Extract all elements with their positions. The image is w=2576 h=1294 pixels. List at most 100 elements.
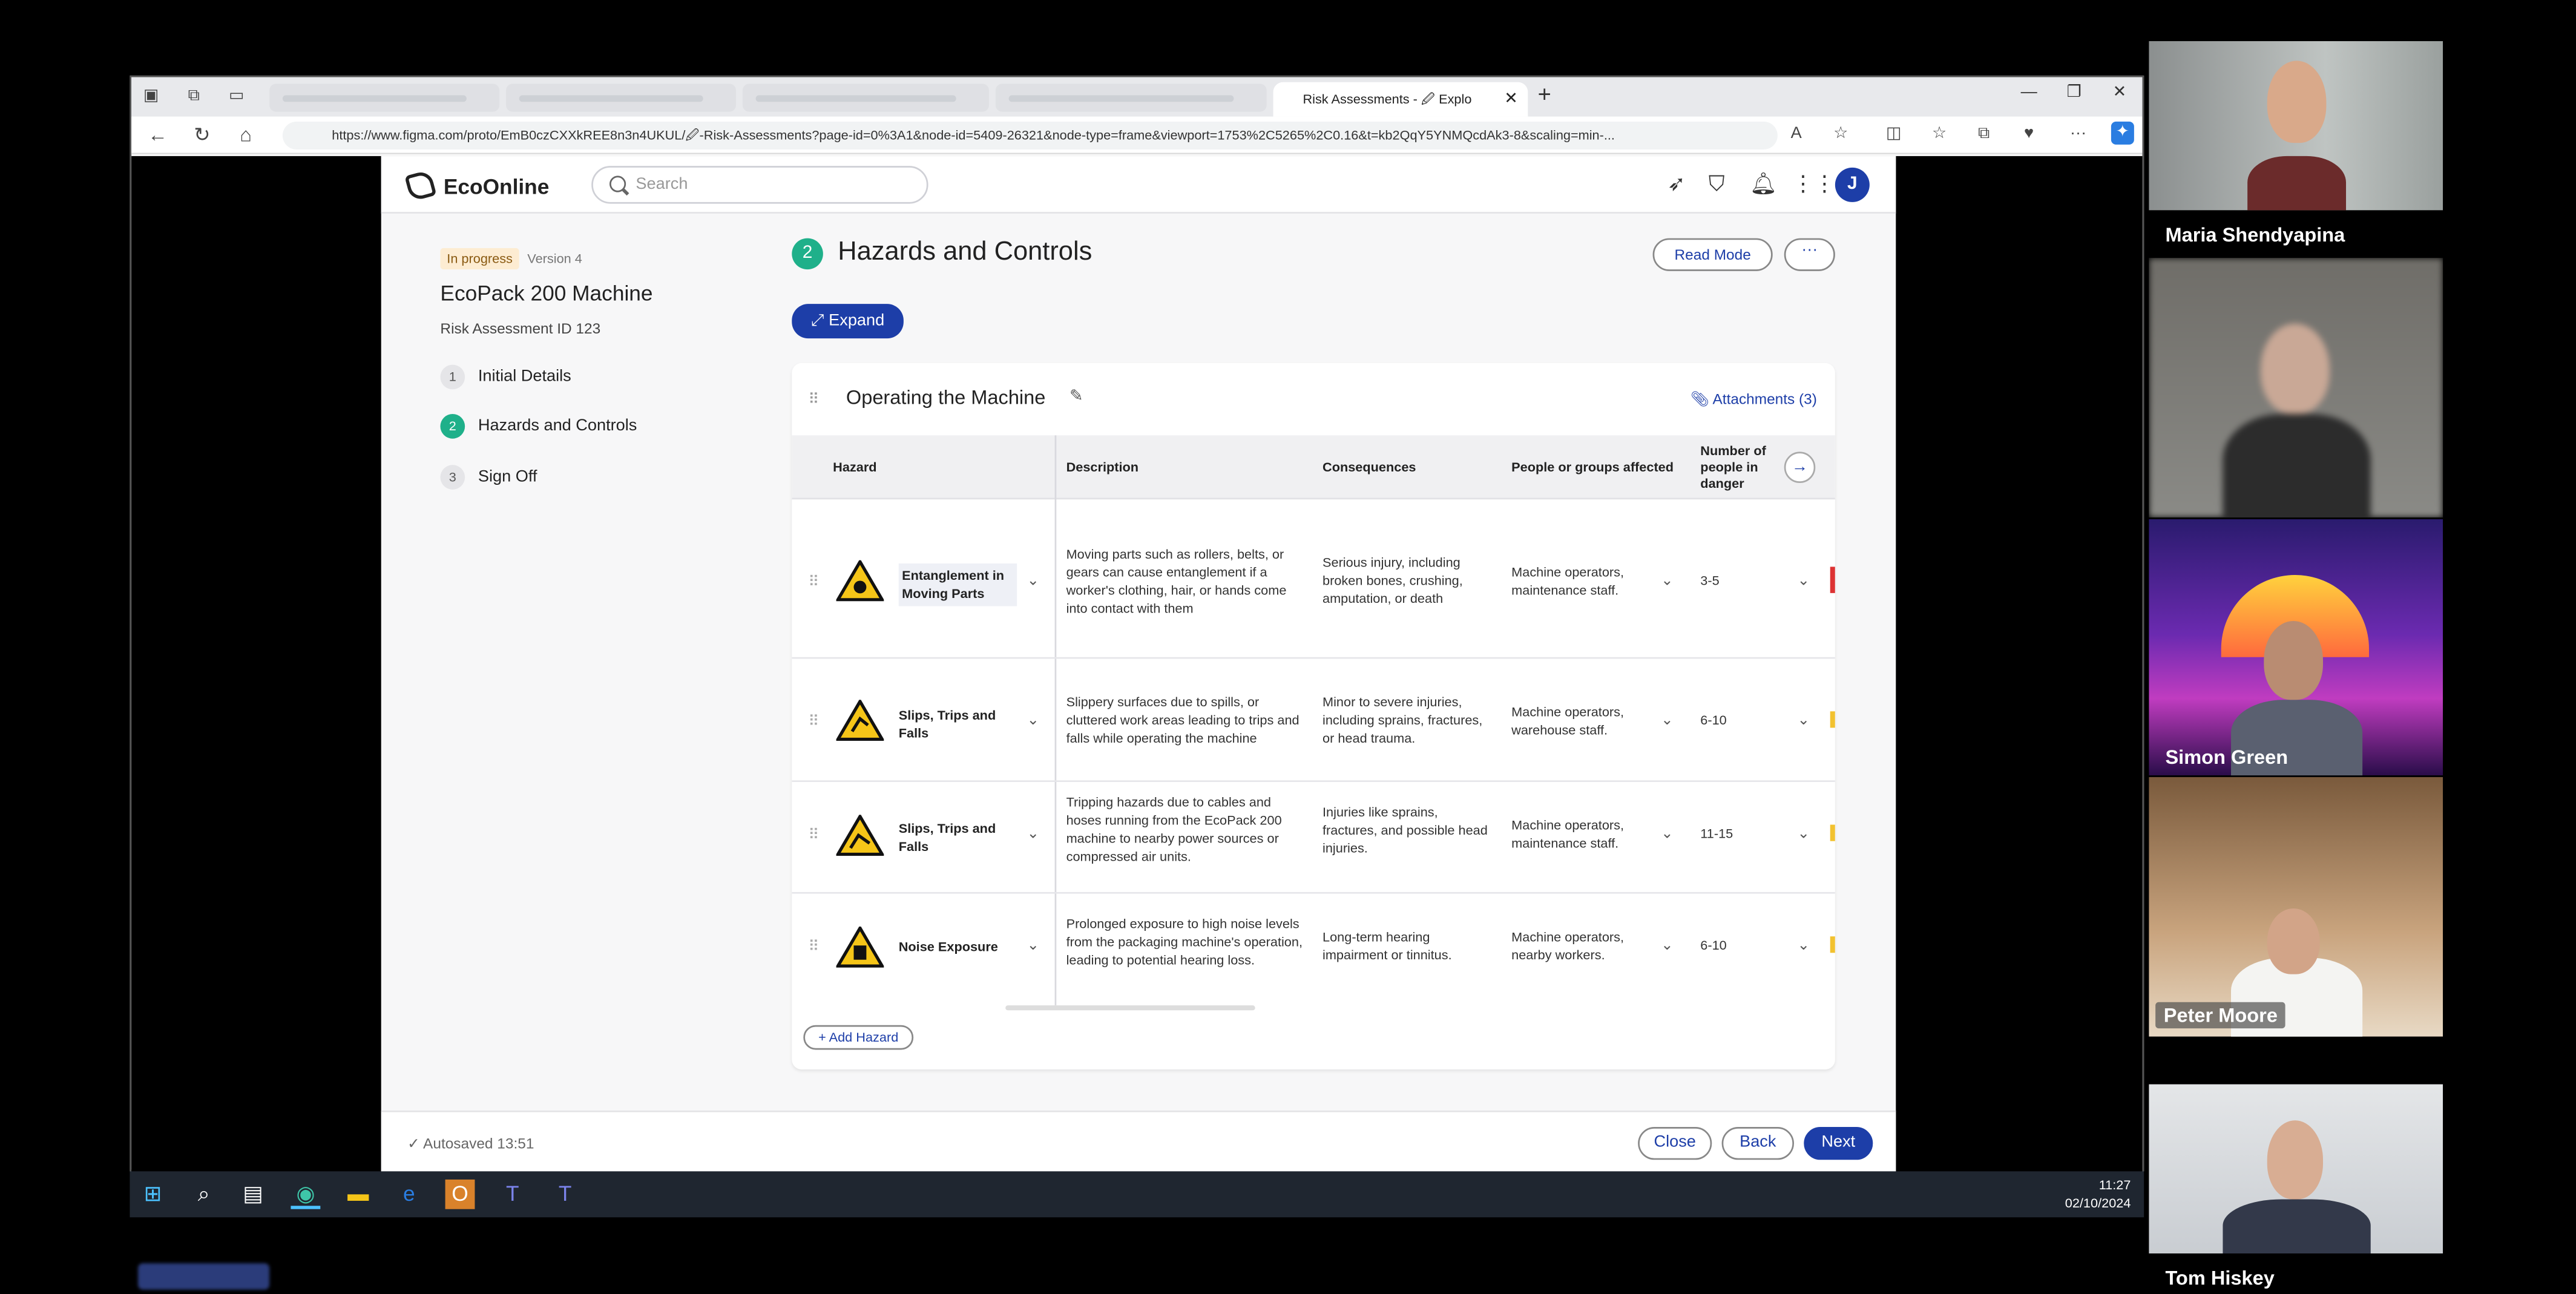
file-explorer-icon[interactable]: ▬: [343, 1180, 373, 1209]
participant-video[interactable]: [2149, 777, 2443, 1037]
ecoonline-logo[interactable]: EcoOnline: [404, 169, 549, 202]
back-button[interactable]: Back: [1721, 1127, 1795, 1160]
warning-slip-icon: [836, 700, 884, 741]
edit-pencil-icon[interactable]: ✎: [1070, 388, 1083, 406]
close-tab-icon[interactable]: ✕: [1504, 82, 1518, 117]
back-arrow-icon[interactable]: ←: [148, 123, 168, 146]
favorite-star-icon[interactable]: ☆: [1833, 125, 1848, 143]
windows-start-icon[interactable]: ⊞: [138, 1180, 168, 1209]
participant-video[interactable]: [2149, 519, 2443, 776]
internet-explorer-icon[interactable]: e: [394, 1180, 424, 1209]
chevron-down-icon[interactable]: ⌄: [1661, 825, 1673, 843]
chevron-down-icon[interactable]: ⌄: [1027, 825, 1039, 843]
row-drag-handle-icon[interactable]: ⠿: [808, 826, 819, 844]
row-drag-handle-icon[interactable]: ⠿: [808, 573, 819, 591]
minimize-button[interactable]: —: [2021, 84, 2037, 102]
tab-actions-icon[interactable]: ▭: [227, 87, 247, 107]
paperclip-icon: 📎︎: [1690, 391, 1713, 408]
description-cell: Prolonged exposure to high noise levels …: [1066, 916, 1303, 968]
teams-icon[interactable]: T: [498, 1180, 527, 1209]
hazard-name[interactable]: Entanglement in Moving Parts: [898, 563, 1017, 606]
bell-icon[interactable]: 🔔︎: [1750, 172, 1777, 195]
search-icon[interactable]: ⌕: [189, 1180, 218, 1209]
leaf-logo-icon: [404, 169, 437, 202]
person-shape: [2267, 61, 2327, 143]
workspaces-icon[interactable]: ⧉: [184, 87, 204, 107]
favorites-icon[interactable]: ☆: [1932, 125, 1947, 143]
risk-indicator: [1830, 936, 1835, 953]
background-tab[interactable]: [995, 84, 1267, 112]
more-options-button[interactable]: ···: [1784, 238, 1835, 271]
blurred-caption: [138, 1263, 270, 1290]
split-screen-icon[interactable]: ◫: [1886, 125, 1902, 143]
close-button[interactable]: Close: [1638, 1127, 1712, 1160]
home-icon[interactable]: ⌂: [240, 123, 252, 146]
teams-meeting-icon[interactable]: T: [550, 1180, 580, 1209]
chevron-down-icon[interactable]: ⌄: [1027, 711, 1039, 729]
browser-profile-icon[interactable]: ▣: [141, 87, 161, 107]
apps-grid-icon[interactable]: ⋮⋮: [1792, 172, 1835, 195]
table-row[interactable]: ⠿ Slips, Trips and Falls ⌄ Tripping haza…: [792, 784, 1835, 894]
background-tab[interactable]: [742, 84, 990, 112]
participant-video[interactable]: [2149, 258, 2443, 518]
attachments-link[interactable]: 📎︎ Attachments (3): [1690, 391, 1817, 409]
system-clock[interactable]: 11:27 02/10/2024: [2065, 1176, 2131, 1212]
chevron-down-icon[interactable]: ⌄: [1027, 572, 1039, 590]
url-field[interactable]: https://www.figma.com/proto/EmB0czCXXkRE…: [282, 121, 1778, 150]
table-row[interactable]: ⠿ Slips, Trips and Falls ⌄ Slippery surf…: [792, 660, 1835, 783]
row-drag-handle-icon[interactable]: ⠿: [808, 713, 819, 731]
chevron-down-icon[interactable]: ⌄: [1797, 711, 1809, 729]
menu-dots-icon[interactable]: ···: [2070, 125, 2086, 143]
background-tab[interactable]: [269, 84, 500, 112]
expand-button[interactable]: ⤢ Expand: [792, 304, 904, 339]
video-feed: [2149, 1084, 2443, 1254]
participant-video[interactable]: [2149, 1084, 2443, 1254]
chevron-down-icon[interactable]: ⌄: [1797, 572, 1809, 590]
step-hazards-and-controls[interactable]: 2 Hazards and Controls: [440, 412, 637, 438]
table-row[interactable]: ⠿ Entanglement in Moving Parts ⌄ Moving …: [792, 501, 1835, 659]
screen: ▣ ⧉ ▭ Risk Assessments - 🖉 Explo ✕ + — ❐…: [0, 0, 2576, 1294]
user-avatar[interactable]: J: [1835, 167, 1870, 202]
edge-browser-icon[interactable]: ◉: [291, 1180, 321, 1209]
reload-icon[interactable]: ↻: [194, 123, 210, 146]
drag-handle-icon[interactable]: ⠿: [808, 391, 819, 409]
row-drag-handle-icon[interactable]: ⠿: [808, 938, 819, 956]
hazard-name[interactable]: Slips, Trips and Falls: [899, 819, 1017, 856]
video-feed: [2149, 41, 2443, 211]
step-initial-details[interactable]: 1 Initial Details: [440, 363, 571, 389]
chevron-down-icon[interactable]: ⌄: [1027, 936, 1039, 954]
task-view-icon[interactable]: ▤: [238, 1180, 268, 1209]
table-row[interactable]: ⠿ Noise Exposure ⌄ Prolonged exposure to…: [792, 895, 1835, 1005]
read-mode-button[interactable]: Read Mode: [1652, 238, 1773, 271]
new-tab-button[interactable]: +: [1538, 80, 1551, 107]
collections-icon[interactable]: ⧉: [1978, 125, 1990, 143]
chevron-down-icon[interactable]: ⌄: [1661, 936, 1673, 954]
step-label: Initial Details: [478, 367, 571, 386]
restore-button[interactable]: ❐: [2067, 84, 2082, 102]
hazard-name[interactable]: Slips, Trips and Falls: [899, 706, 1017, 743]
close-window-button[interactable]: ✕: [2113, 84, 2127, 102]
scroll-right-arrow-icon[interactable]: →: [1784, 452, 1816, 484]
extension-icon[interactable]: ♥: [2024, 125, 2034, 143]
search-input[interactable]: Search: [591, 166, 928, 204]
participant-video[interactable]: [2149, 41, 2443, 211]
next-button[interactable]: Next: [1804, 1127, 1873, 1160]
outlook-icon[interactable]: O: [445, 1179, 475, 1209]
chevron-down-icon[interactable]: ⌄: [1661, 572, 1673, 590]
version-label: Version 4: [527, 251, 582, 266]
rocket-icon[interactable]: ➶: [1668, 172, 1686, 195]
active-tab[interactable]: Risk Assessments - 🖉 Explo ✕: [1273, 82, 1528, 117]
filter-icon[interactable]: ⛉: [1709, 172, 1725, 195]
add-hazard-button[interactable]: + Add Hazard: [803, 1025, 914, 1050]
browser-window: ▣ ⧉ ▭ Risk Assessments - 🖉 Explo ✕ + — ❐…: [130, 75, 2144, 1174]
step-sign-off[interactable]: 3 Sign Off: [440, 463, 537, 489]
copilot-icon[interactable]: ✦: [2111, 121, 2134, 145]
chevron-down-icon[interactable]: ⌄: [1797, 825, 1809, 843]
ecoonline-app: EcoOnline Search ➶ ⛉ 🔔︎ ⋮⋮ J In progress…: [381, 156, 1896, 1174]
horizontal-scrollbar[interactable]: [1005, 1005, 1255, 1011]
chevron-down-icon[interactable]: ⌄: [1797, 936, 1809, 954]
background-tab[interactable]: [506, 84, 737, 112]
hazard-name[interactable]: Noise Exposure: [899, 938, 1017, 956]
read-aloud-icon[interactable]: A: [1791, 125, 1802, 143]
chevron-down-icon[interactable]: ⌄: [1661, 711, 1673, 729]
